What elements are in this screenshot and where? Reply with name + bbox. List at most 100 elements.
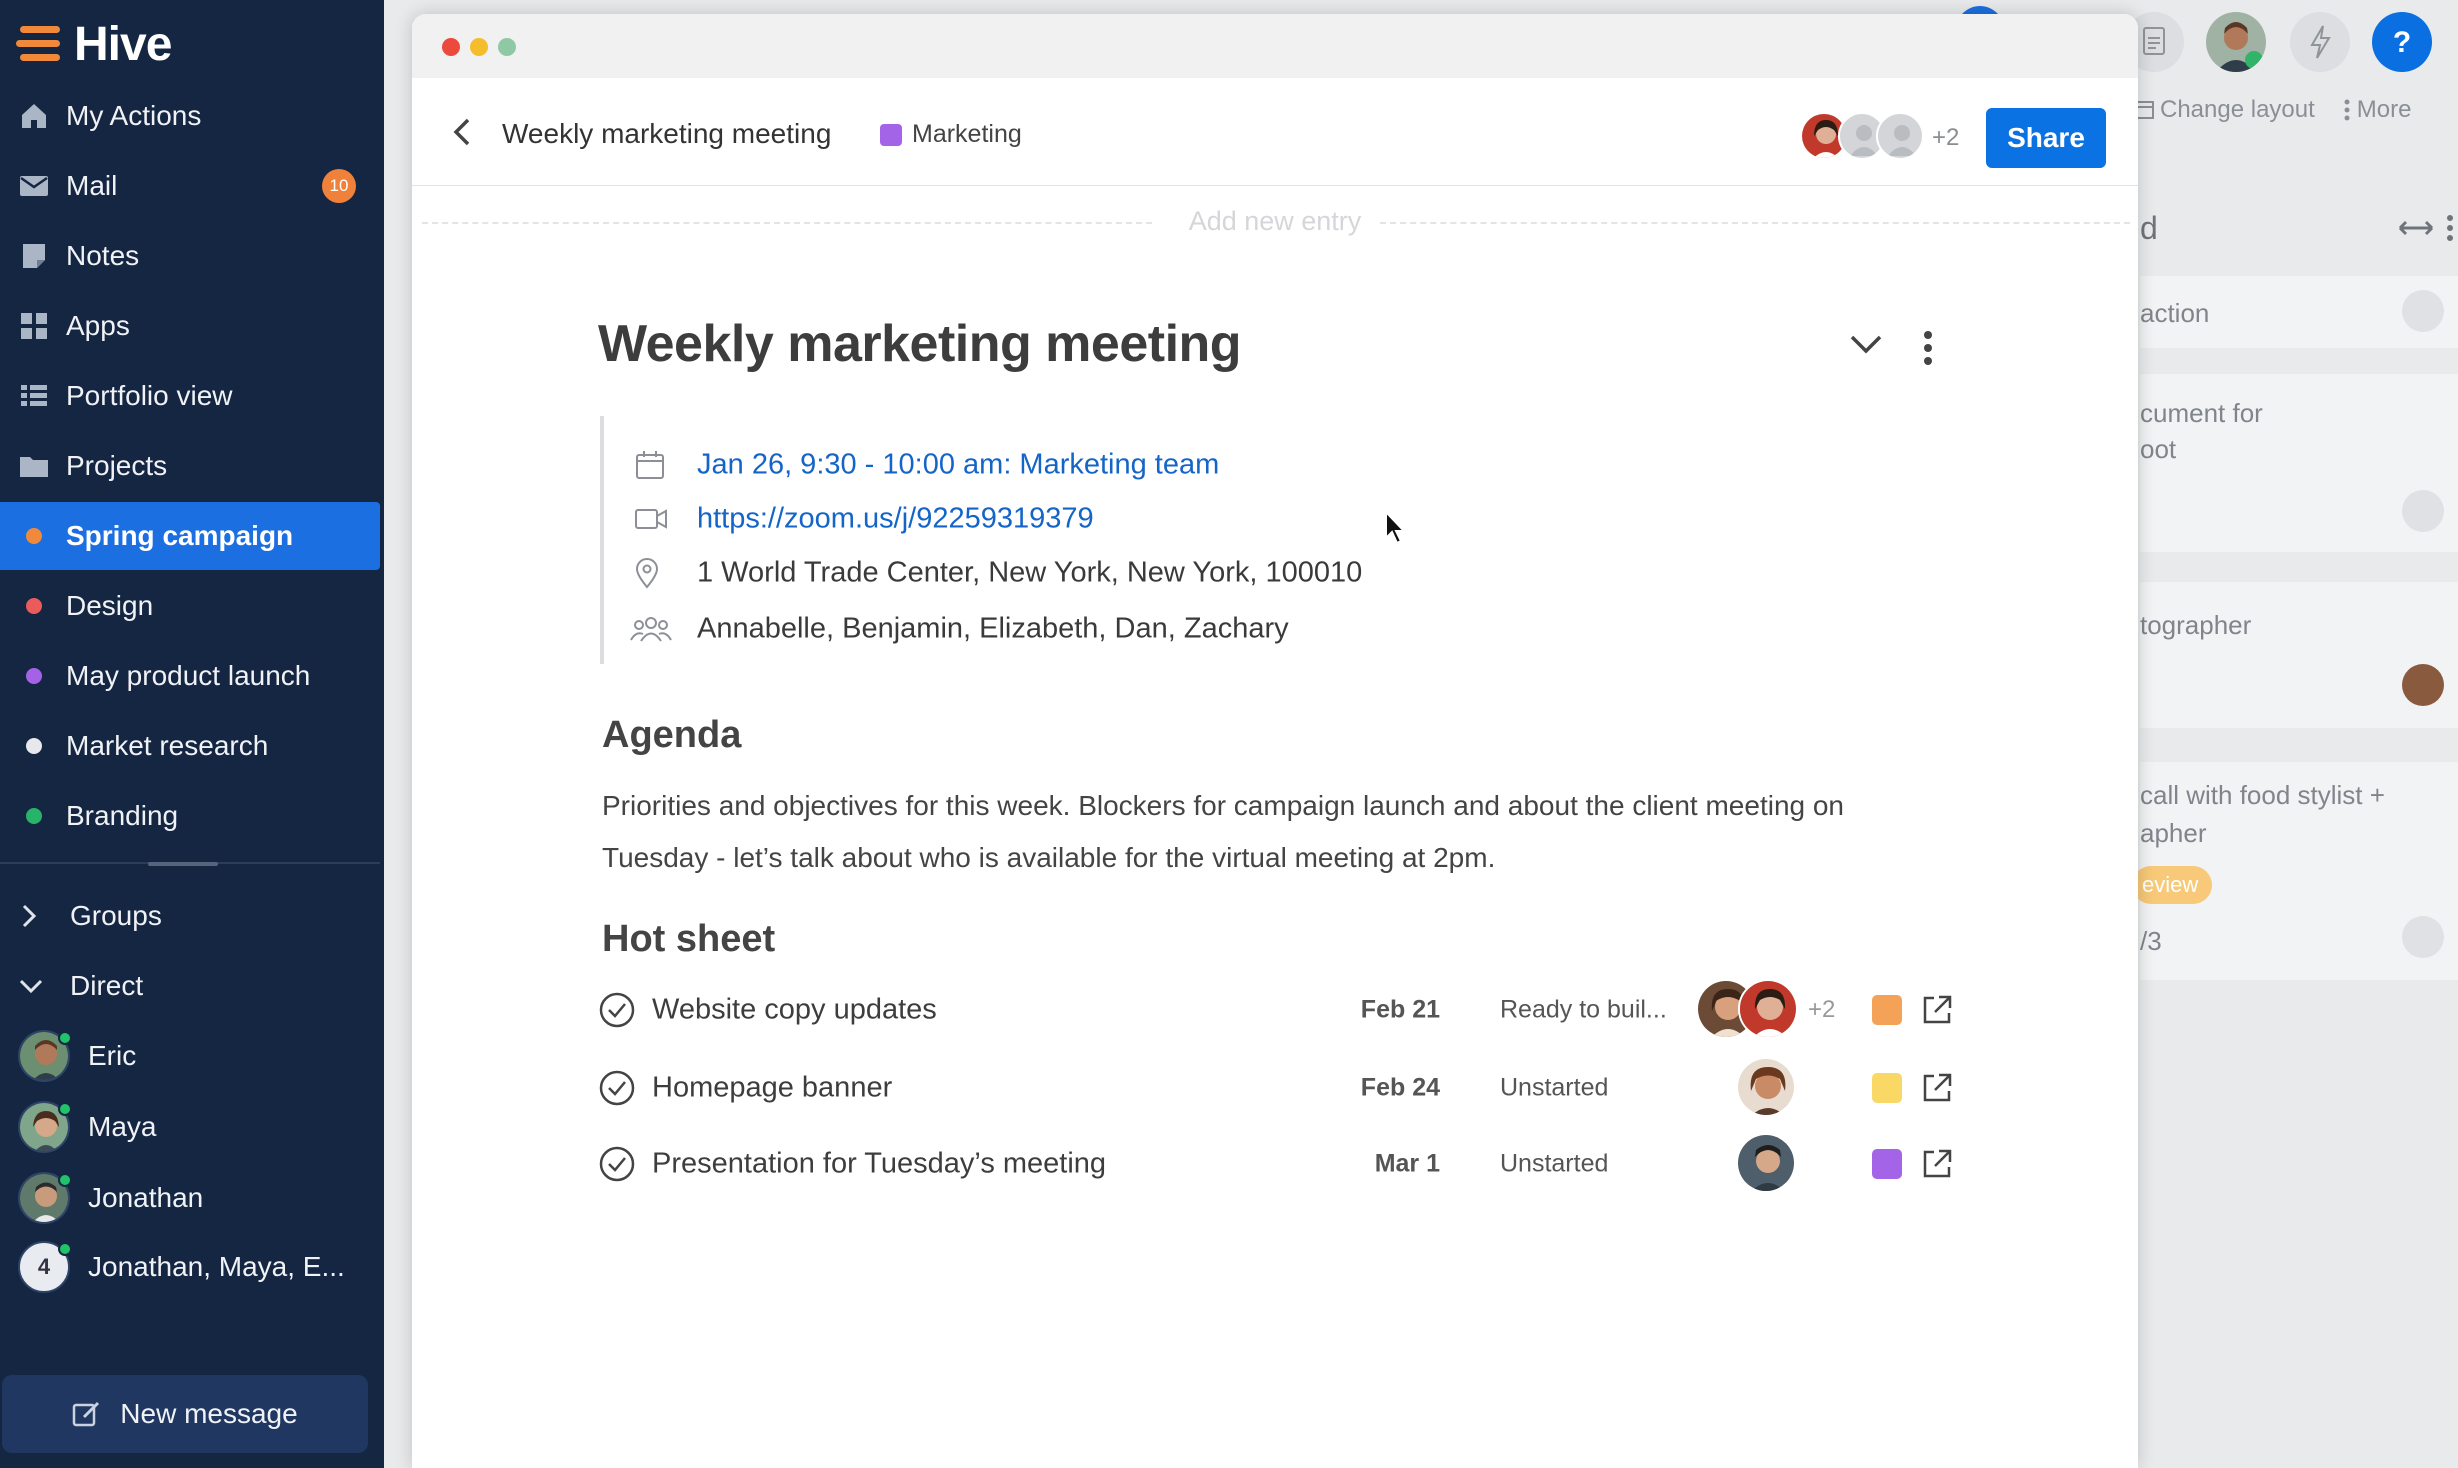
project-spring-campaign[interactable]: Spring campaign bbox=[0, 502, 380, 570]
project-color-dot bbox=[26, 668, 42, 684]
zoom-link[interactable]: https://zoom.us/j/92259319379 bbox=[697, 503, 1094, 536]
assignee-avatars[interactable] bbox=[1696, 979, 1806, 1041]
collapse-button[interactable] bbox=[1848, 332, 1884, 356]
project-tag[interactable]: Marketing bbox=[880, 120, 1022, 149]
project-label: May product launch bbox=[66, 660, 311, 691]
direct-eric[interactable]: Eric bbox=[0, 1021, 380, 1091]
check-circle-icon bbox=[599, 1146, 635, 1182]
external-link-icon bbox=[1923, 995, 1952, 1024]
nav-apps[interactable]: Apps bbox=[0, 292, 380, 360]
open-action-button[interactable] bbox=[1920, 1147, 1954, 1181]
agenda-heading: Agenda bbox=[602, 714, 742, 756]
hot-sheet-row[interactable]: Website copy updates Feb 21 Ready to bui… bbox=[412, 979, 2138, 1041]
home-icon bbox=[18, 100, 50, 132]
document-options-button[interactable] bbox=[1922, 330, 1934, 366]
assignee-avatars[interactable] bbox=[1736, 1057, 1800, 1119]
more-assignees-count[interactable]: +2 bbox=[1808, 996, 1835, 1024]
background-card[interactable]: action bbox=[2140, 276, 2458, 348]
direct-jonathan[interactable]: Jonathan bbox=[0, 1163, 380, 1233]
list-icon bbox=[18, 380, 50, 412]
person-icon bbox=[2402, 916, 2444, 958]
mouse-cursor-icon bbox=[1385, 510, 1407, 545]
change-layout-button[interactable]: Change layout bbox=[2136, 96, 2315, 124]
more-button[interactable]: More bbox=[2343, 96, 2411, 124]
due-date: Feb 21 bbox=[1360, 995, 1440, 1024]
direct-name: Jonathan, Maya, E... bbox=[88, 1251, 345, 1282]
background-card[interactable]: cument for oot bbox=[2140, 374, 2458, 552]
add-new-entry[interactable]: Add new entry bbox=[412, 202, 2138, 242]
nav-label: Projects bbox=[66, 450, 168, 481]
open-action-button[interactable] bbox=[1920, 1071, 1954, 1105]
avatar bbox=[1738, 979, 1798, 1039]
open-action-button[interactable] bbox=[1920, 993, 1954, 1027]
close-window-button[interactable] bbox=[442, 38, 460, 56]
complete-checkbox[interactable] bbox=[598, 1145, 636, 1183]
direct-name: Maya bbox=[88, 1111, 157, 1142]
direct-section-toggle[interactable]: Direct bbox=[0, 952, 380, 1020]
project-color-dot bbox=[26, 598, 42, 614]
color-label[interactable] bbox=[1872, 1149, 1902, 1179]
user-avatar-button[interactable] bbox=[2206, 12, 2266, 72]
color-label[interactable] bbox=[1872, 995, 1902, 1025]
hive-logo[interactable]: Hive bbox=[16, 14, 172, 74]
minimize-window-button[interactable] bbox=[470, 38, 488, 56]
sidebar-scrollbar[interactable] bbox=[148, 862, 218, 866]
event-attendees: Annabelle, Benjamin, Elizabeth, Dan, Zac… bbox=[697, 612, 1289, 645]
online-indicator bbox=[58, 1102, 72, 1116]
assignee-avatars[interactable] bbox=[1736, 1133, 1800, 1195]
avatar bbox=[2402, 664, 2444, 706]
document-title[interactable]: Weekly marketing meeting bbox=[598, 314, 1242, 374]
lightning-icon-button[interactable] bbox=[2290, 12, 2350, 72]
nav-label: Mail bbox=[66, 170, 118, 201]
agenda-text[interactable]: Priorities and objectives for this week.… bbox=[602, 780, 1902, 884]
direct-name: Eric bbox=[88, 1040, 137, 1071]
project-label: Design bbox=[66, 590, 154, 621]
more-collaborators-count[interactable]: +2 bbox=[1932, 124, 1959, 152]
direct-group-chat[interactable]: 4 Jonathan, Maya, E... bbox=[0, 1232, 380, 1302]
folder-icon bbox=[18, 450, 50, 482]
card-text: oot bbox=[2140, 434, 2177, 464]
complete-checkbox[interactable] bbox=[598, 991, 636, 1029]
chevron-left-icon bbox=[453, 118, 470, 146]
check-circle-icon bbox=[599, 992, 635, 1028]
help-icon-button[interactable]: ? bbox=[2372, 12, 2432, 72]
new-message-label: New message bbox=[120, 1398, 298, 1429]
nav-portfolio-view[interactable]: Portfolio view bbox=[0, 362, 380, 430]
back-button[interactable] bbox=[446, 114, 478, 150]
project-label: Spring campaign bbox=[66, 520, 294, 551]
action-status[interactable]: Ready to buil... bbox=[1500, 996, 1667, 1025]
project-design[interactable]: Design bbox=[0, 572, 380, 640]
project-market-research[interactable]: Market research bbox=[0, 712, 380, 780]
sidebar: Hive My Actions Mail 10 Notes Apps Portf… bbox=[0, 0, 384, 1468]
action-name: Website copy updates bbox=[652, 993, 937, 1026]
project-branding[interactable]: Branding bbox=[0, 782, 380, 850]
share-button[interactable]: Share bbox=[1986, 108, 2106, 168]
card-text: apher bbox=[2140, 818, 2207, 848]
avatar bbox=[1736, 1057, 1796, 1117]
groups-section-toggle[interactable]: Groups bbox=[0, 882, 380, 950]
action-status[interactable]: Unstarted bbox=[1500, 1074, 1608, 1103]
tag-color-square bbox=[880, 123, 902, 146]
card-text: call with food stylist + bbox=[2140, 780, 2385, 810]
video-icon bbox=[634, 506, 668, 532]
hot-sheet-row[interactable]: Presentation for Tuesday’s meeting Mar 1… bbox=[412, 1133, 2138, 1195]
project-may-product-launch[interactable]: May product launch bbox=[0, 642, 380, 710]
expand-column-icon[interactable] bbox=[2396, 216, 2436, 240]
nav-mail[interactable]: Mail 10 bbox=[0, 152, 380, 220]
color-label[interactable] bbox=[1872, 1073, 1902, 1103]
action-status[interactable]: Unstarted bbox=[1500, 1150, 1608, 1179]
hot-sheet-row[interactable]: Homepage banner Feb 24 Unstarted bbox=[412, 1057, 2138, 1119]
maximize-window-button[interactable] bbox=[498, 38, 516, 56]
complete-checkbox[interactable] bbox=[598, 1069, 636, 1107]
nav-notes[interactable]: Notes bbox=[0, 222, 380, 290]
nav-projects[interactable]: Projects bbox=[0, 432, 380, 500]
groups-label: Groups bbox=[70, 900, 162, 931]
new-message-button[interactable]: New message bbox=[2, 1375, 368, 1453]
direct-maya[interactable]: Maya bbox=[0, 1092, 380, 1162]
background-card[interactable]: tographer bbox=[2140, 582, 2458, 728]
column-more-icon[interactable] bbox=[2446, 214, 2454, 242]
tag-label: Marketing bbox=[912, 120, 1022, 148]
note-icon bbox=[18, 240, 50, 272]
nav-my-actions[interactable]: My Actions bbox=[0, 82, 380, 150]
event-time-link[interactable]: Jan 26, 9:30 - 10:00 am: Marketing team bbox=[697, 449, 1219, 482]
